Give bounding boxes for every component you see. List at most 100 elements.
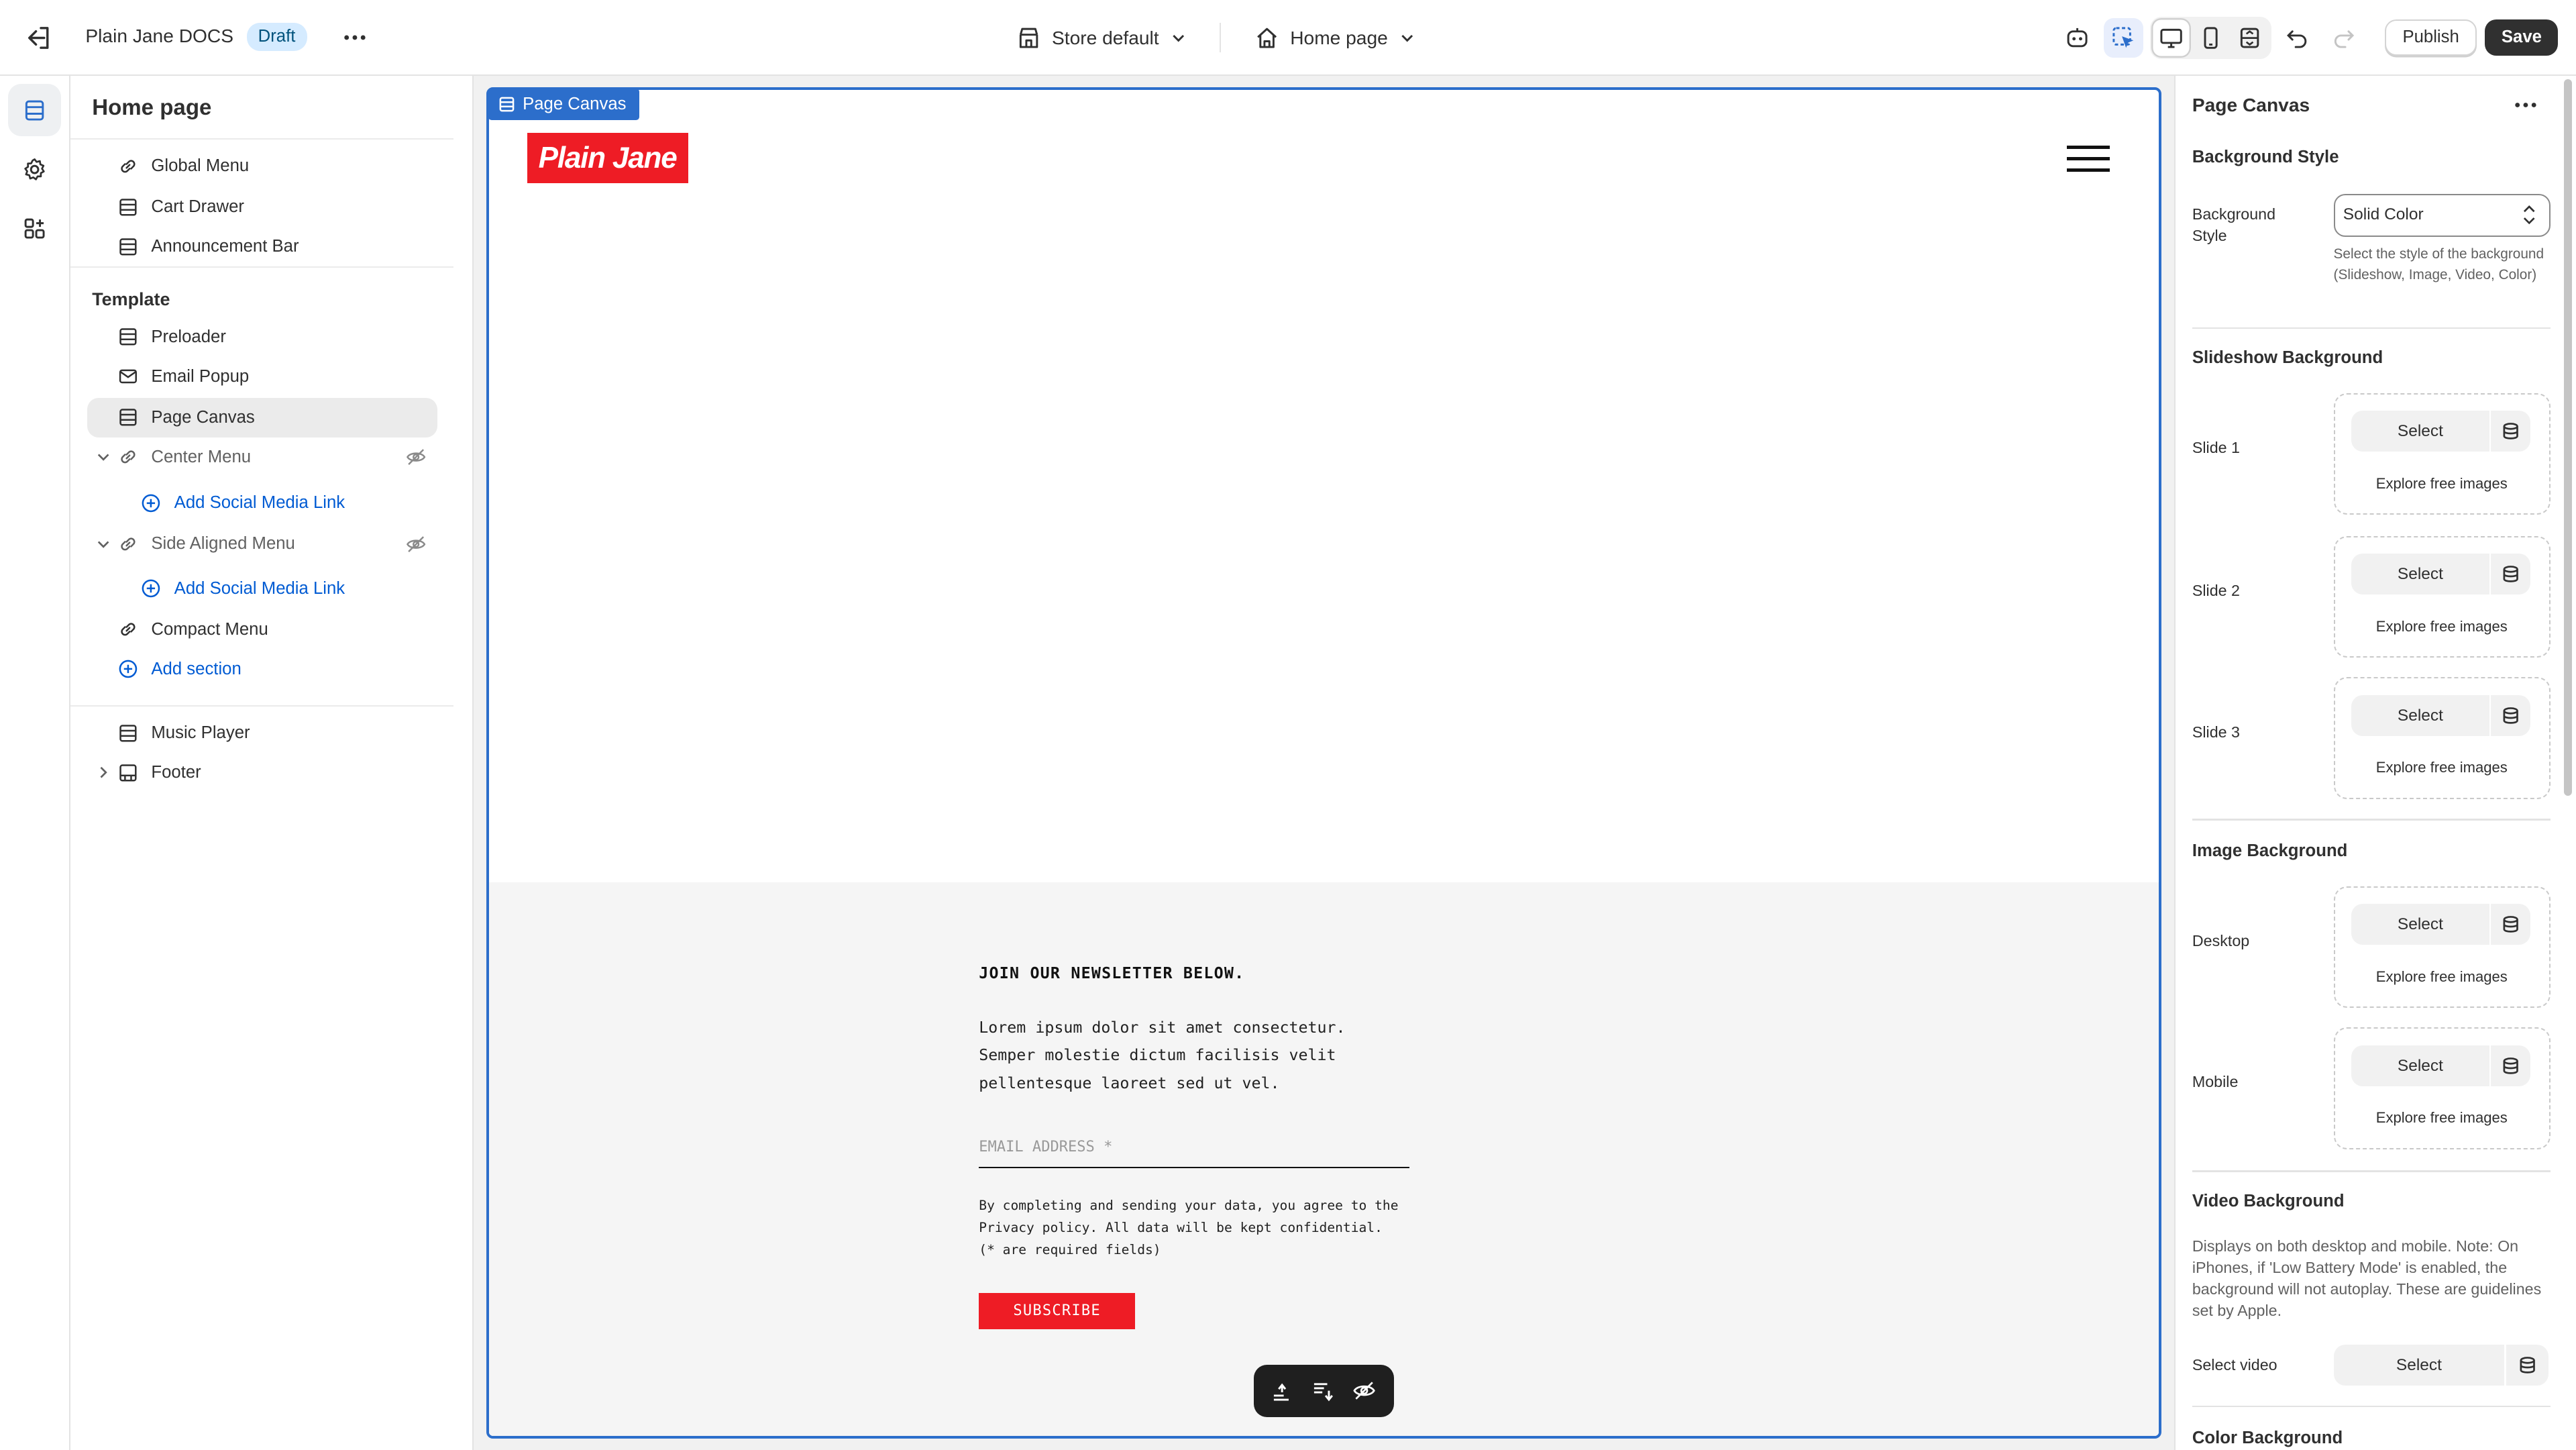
desktop-view-icon[interactable] [2151,17,2191,58]
save-button[interactable]: Save [2485,19,2559,56]
link-icon [117,154,140,177]
sidebar-item-add-social-link[interactable]: Add Social Media Link [87,483,437,523]
eye-hidden-icon[interactable] [405,533,427,556]
slide-label: Slide 2 [2192,581,2240,599]
slide-label: Slide 1 [2192,438,2240,456]
publish-button[interactable]: Publish [2384,19,2477,56]
divider [70,266,454,268]
database-icon[interactable] [2506,1345,2549,1386]
store-selector[interactable]: Store default [1016,21,1189,54]
inspector-cursor-icon[interactable] [2103,17,2143,58]
left-rail [0,75,71,1450]
sidebar-item-cart-drawer[interactable]: Cart Drawer [87,187,437,227]
select-image-button[interactable]: Select [2351,554,2489,595]
sidebar-item-label: Cart Drawer [151,197,244,217]
page-selector[interactable]: Home page [1254,21,1417,54]
sidebar-item-footer[interactable]: Footer [87,753,437,792]
section-icon [117,722,140,745]
sidebar-item-music-player[interactable]: Music Player [87,713,437,753]
panel-title: Page Canvas [2192,93,2310,115]
add-section-button[interactable]: Add section [87,650,437,689]
select-image-button[interactable]: Select [2351,411,2489,452]
explore-free-images-link[interactable]: Explore free images [2335,759,2549,776]
eye-hidden-icon[interactable] [405,446,427,468]
sidebar-item-preloader[interactable]: Preloader [87,317,437,357]
sidebar-item-side-aligned-menu[interactable]: Side Aligned Menu [87,525,437,564]
sidebar-item-label: Global Menu [151,156,250,175]
section-icon [498,95,516,113]
mobile-view-icon[interactable] [2191,18,2231,58]
select-image-button[interactable]: Select [2351,1045,2489,1086]
database-icon[interactable] [2491,411,2531,452]
subscribe-button[interactable]: SUBSCRIBE [979,1293,1136,1330]
legal-line: (* are required fields) [979,1242,1161,1258]
settings-panel: Page Canvas Background Style Background … [2174,75,2576,1450]
select-video-button[interactable]: Select [2333,1345,2505,1386]
bg-style-select[interactable]: Solid Color [2333,194,2551,237]
sidebar-item-label: Add section [151,659,241,678]
database-icon[interactable] [2491,554,2531,595]
sidebar-item-announcement-bar[interactable]: Announcement Bar [87,227,437,266]
sidebar-item-center-menu[interactable]: Center Menu [87,437,437,477]
sections-sidebar: Home page Global Menu Cart Drawer Announ… [70,75,474,1450]
apps-icon[interactable] [8,202,60,254]
store-selector-label: Store default [1051,26,1159,48]
explore-free-images-link[interactable]: Explore free images [2335,1109,2549,1127]
ai-assistant-icon[interactable] [2057,18,2097,58]
move-up-icon[interactable] [1271,1378,1297,1404]
chevron-down-icon [1169,28,1188,48]
sidebar-item-label: Announcement Bar [151,236,299,256]
selected-section-tag: Page Canvas [488,89,640,120]
sidebar-item-label: Email Popup [151,366,250,386]
status-badge: Draft [246,23,307,51]
video-help-text: Displays on both desktop and mobile. Not… [2192,1237,2542,1319]
sidebar-item-page-canvas[interactable]: Page Canvas [87,397,437,437]
sidebar-item-label: Side Aligned Menu [151,534,295,554]
select-image-button[interactable]: Select [2351,694,2489,737]
sidebar-item-add-social-link[interactable]: Add Social Media Link [87,569,437,609]
move-down-icon[interactable] [1311,1378,1337,1404]
store-logo[interactable]: Plain Jane [527,132,688,184]
email-field[interactable]: EMAIL ADDRESS * [979,1129,1410,1169]
sections-icon[interactable] [8,83,61,137]
preview-canvas: Plain Jane JOIN OUR NEWSLETTER BELOW. Lo… [475,75,2173,1450]
more-actions-icon[interactable] [337,19,373,56]
sidebar-item-label: Preloader [151,327,226,346]
sidebar-title: Home page [92,95,212,121]
hide-section-icon[interactable] [1351,1378,1377,1404]
sidebar-item-email-popup[interactable]: Email Popup [87,357,437,397]
undo-icon[interactable] [2278,18,2318,58]
database-icon[interactable] [2491,904,2531,945]
legal-line: Privacy policy. All data will be kept co… [979,1220,1383,1236]
chevron-right-icon[interactable] [92,761,115,784]
sidebar-item-global-menu[interactable]: Global Menu [87,146,437,186]
select-image-button[interactable]: Select [2351,904,2489,945]
explore-free-images-link[interactable]: Explore free images [2335,475,2549,493]
slide-label: Slide 3 [2192,723,2240,741]
exit-icon[interactable] [23,21,56,54]
explore-free-images-link[interactable]: Explore free images [2335,618,2549,635]
hamburger-menu-icon[interactable] [2067,146,2110,172]
newsletter-legal-text: By completing and sending your data, you… [979,1194,1423,1261]
chevron-down-icon[interactable] [92,446,115,468]
page-canvas-section[interactable]: Plain Jane JOIN OUR NEWSLETTER BELOW. Lo… [486,87,2161,1439]
newsletter-section: JOIN OUR NEWSLETTER BELOW. Lorem ipsum d… [489,882,2159,1436]
theme-title: Plain Jane DOCS [85,24,234,46]
divider [2192,1405,2551,1408]
newsletter-body-line: Semper molestie dictum facilisis velit [979,1046,1336,1065]
bg-style-help: Select the style of the background (Slid… [2333,246,2544,283]
explore-free-images-link[interactable]: Explore free images [2335,968,2549,986]
more-actions-icon[interactable] [2508,89,2544,121]
settings-gear-icon[interactable] [8,143,60,195]
image-label: Desktop [2192,931,2250,949]
database-icon[interactable] [2491,1045,2531,1086]
redo-icon[interactable] [2324,18,2363,58]
chevron-down-icon[interactable] [92,533,115,556]
scrollbar[interactable] [2563,79,2572,796]
database-icon[interactable] [2491,694,2531,737]
link-icon [117,618,140,641]
sidebar-item-compact-menu[interactable]: Compact Menu [87,610,437,650]
newsletter-body-line: pellentesque laoreet sed ut vel. [979,1074,1280,1093]
fullwidth-view-icon[interactable] [2231,18,2270,58]
sidebar-item-label: Page Canvas [151,407,255,427]
